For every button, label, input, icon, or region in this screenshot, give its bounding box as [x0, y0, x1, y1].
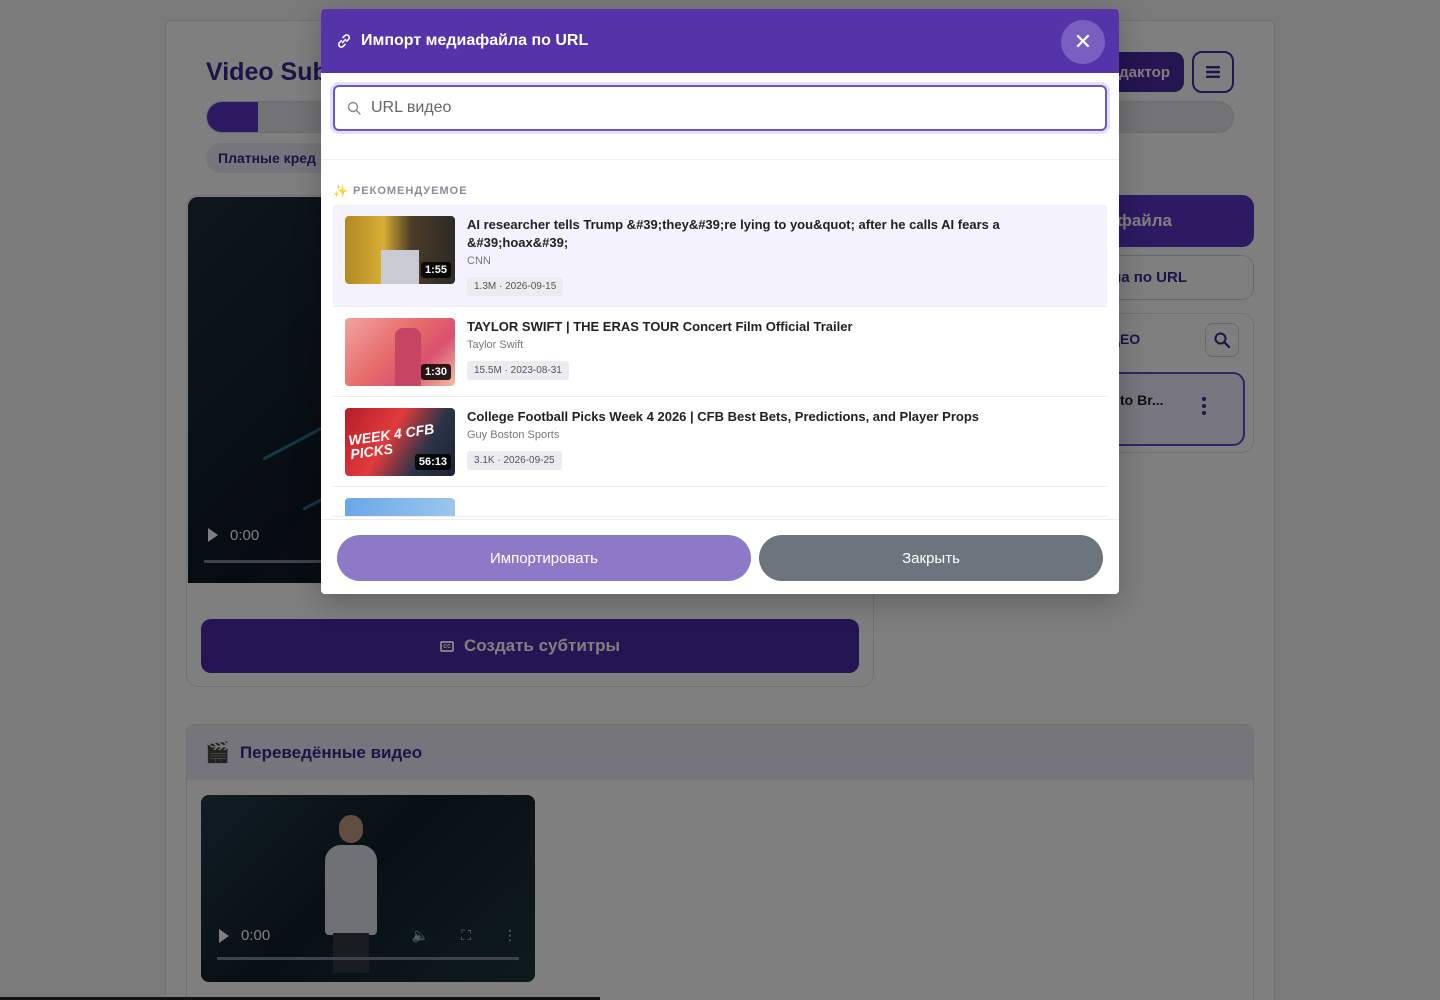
- result-channel: Taylor Swift: [467, 339, 524, 351]
- sparkle-icon: ✨: [333, 184, 349, 198]
- modal-title: Импорт медиафайла по URL: [361, 32, 589, 49]
- result-stats: 15.5M · 2023-08-31: [467, 361, 569, 380]
- recommended-label: ✨ РЕКОМЕНДУЕМОЕ: [333, 184, 468, 198]
- result-title: College Football Picks Week 4 2026 | CFB…: [467, 409, 980, 424]
- result-title: TAYLOR SWIFT | THE ERAS TOUR Concert Fil…: [467, 319, 853, 334]
- modal-header: Импорт медиафайла по URL ✕: [321, 9, 1119, 73]
- result-stats: 1.3M · 2026-09-15: [467, 277, 564, 296]
- search-divider: [321, 159, 1119, 160]
- url-input[interactable]: [371, 99, 1105, 117]
- result-item[interactable]: 1:30 TAYLOR SWIFT | THE ERAS TOUR Concer…: [333, 307, 1107, 397]
- recommended-results-list: 1:55 AI researcher tells Trump &#39;they…: [333, 205, 1107, 519]
- close-icon[interactable]: ✕: [1061, 20, 1105, 64]
- video-duration: 1:30: [420, 364, 451, 380]
- video-duration: 1:55: [420, 262, 451, 278]
- video-duration: 56:13: [414, 454, 451, 470]
- url-search-field[interactable]: [333, 85, 1107, 131]
- import-button[interactable]: Импортировать: [337, 535, 751, 581]
- video-thumbnail: [345, 498, 455, 516]
- recommended-label-text: РЕКОМЕНДУЕМОЕ: [352, 185, 468, 197]
- video-thumbnail: WEEK 4 CFB PICKS 56:13: [345, 408, 455, 476]
- result-item[interactable]: WEEK 4 CFB PICKS 56:13 College Football …: [333, 397, 1107, 487]
- result-channel: Guy Boston Sports: [467, 429, 560, 441]
- result-title: AI researcher tells Trump &#39;they&#39;…: [467, 217, 1000, 250]
- result-item[interactable]: 1:55 AI researcher tells Trump &#39;they…: [333, 205, 1107, 307]
- result-stats: 3.1K · 2026-09-25: [467, 451, 562, 470]
- result-item[interactable]: [333, 487, 1107, 517]
- modal-footer: Импортировать Закрыть: [321, 519, 1119, 594]
- result-channel: CNN: [467, 255, 491, 267]
- search-icon: [347, 101, 361, 115]
- link-icon: [335, 32, 353, 50]
- import-url-modal: Импорт медиафайла по URL ✕ ✨ РЕКОМЕНДУЕМ…: [321, 9, 1119, 594]
- video-thumbnail: 1:30: [345, 318, 455, 386]
- video-thumbnail: 1:55: [345, 216, 455, 284]
- close-button[interactable]: Закрыть: [759, 535, 1103, 581]
